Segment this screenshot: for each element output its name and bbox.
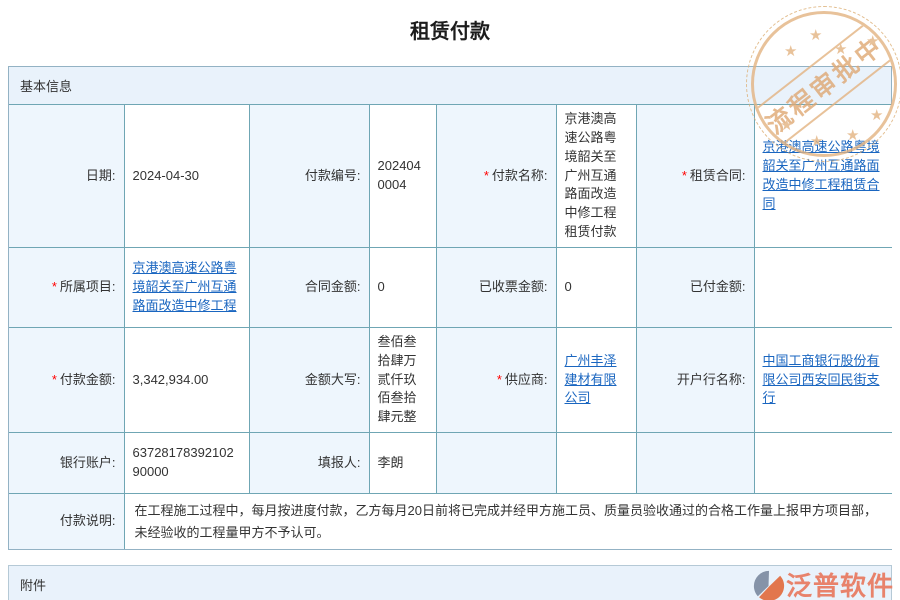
field-value-payment-no: 2024040004 xyxy=(369,105,436,247)
field-label-contract-amount: 合同金额: xyxy=(249,247,369,327)
supplier-link[interactable]: 广州丰泽建材有限公司 xyxy=(565,353,617,406)
fanpu-logo-icon xyxy=(752,569,786,600)
field-label-invoiced-amount: 已收票金额: xyxy=(436,247,556,327)
empty-value-cell xyxy=(556,433,636,494)
empty-label-cell xyxy=(636,433,754,494)
field-value-project: 京港澳高速公路粤境韶关至广州互通路面改造中修工程 xyxy=(124,247,249,327)
required-mark: * xyxy=(52,372,57,387)
field-label-date: 日期: xyxy=(9,105,124,247)
field-label-project: *所属项目: xyxy=(9,247,124,327)
field-label-payment-amount: *付款金额: xyxy=(9,327,124,432)
field-value-preparer: 李朗 xyxy=(369,433,436,494)
field-value-payment-amount: 3,342,934.00 xyxy=(124,327,249,432)
field-label-paid-amount: 已付金额: xyxy=(636,247,754,327)
basic-info-section: 基本信息 日期: 2024-04-30 付款编号: 2024040004 *付款… xyxy=(8,66,892,550)
field-label-supplier: *供应商: xyxy=(436,327,556,432)
page-title: 租赁付款 xyxy=(8,18,892,46)
field-value-bank-account: 6372817839210290000 xyxy=(124,433,249,494)
field-value-supplier: 广州丰泽建材有限公司 xyxy=(556,327,636,432)
required-mark: * xyxy=(484,168,489,183)
field-label-bank-account: 银行账户: xyxy=(9,433,124,494)
table-row: 日期: 2024-04-30 付款编号: 2024040004 *付款名称: 京… xyxy=(9,105,892,247)
field-label-lease-contract: *租赁合同: xyxy=(636,105,754,247)
empty-label-cell xyxy=(436,433,556,494)
empty-value-cell xyxy=(754,433,892,494)
field-value-bank-name: 中国工商银行股份有限公司西安回民街支行 xyxy=(754,327,892,432)
table-row: 银行账户: 6372817839210290000 填报人: 李朗 xyxy=(9,433,892,494)
bank-name-link[interactable]: 中国工商银行股份有限公司西安回民街支行 xyxy=(763,353,880,406)
lease-contract-link[interactable]: 京港澳高速公路粤境韶关至广州互通路面改造中修工程租赁合同 xyxy=(763,139,880,211)
field-label-payment-no: 付款编号: xyxy=(249,105,369,247)
field-label-bank-name: 开户行名称: xyxy=(636,327,754,432)
table-row: 付款说明: 在工程施工过程中，每月按进度付款，乙方每月20日前将已完成并经甲方施… xyxy=(9,494,892,549)
field-value-payment-note: 在工程施工过程中，每月按进度付款，乙方每月20日前将已完成并经甲方施工员、质量员… xyxy=(124,494,892,549)
field-label-payment-note: 付款说明: xyxy=(9,494,124,549)
page: 租赁付款 基本信息 日期: 2024-04-30 付款编号: 202404000… xyxy=(0,18,900,600)
table-row: *付款金额: 3,342,934.00 金额大写: 叁佰叁拾肆万贰仟玖佰叁拾肆元… xyxy=(9,327,892,432)
field-value-payment-name: 京港澳高速公路粤境韶关至广州互通路面改造中修工程租赁付款 xyxy=(556,105,636,247)
field-value-invoiced-amount: 0 xyxy=(556,247,636,327)
vendor-name: 泛普软件 xyxy=(786,571,894,600)
project-link[interactable]: 京港澳高速公路粤境韶关至广州互通路面改造中修工程 xyxy=(133,260,237,313)
field-value-contract-amount: 0 xyxy=(369,247,436,327)
required-mark: * xyxy=(52,279,57,294)
field-value-paid-amount xyxy=(754,247,892,327)
field-label-amount-in-words: 金额大写: xyxy=(249,327,369,432)
field-value-date: 2024-04-30 xyxy=(124,105,249,247)
field-label-preparer: 填报人: xyxy=(249,433,369,494)
required-mark: * xyxy=(682,168,687,183)
field-value-lease-contract: 京港澳高速公路粤境韶关至广州互通路面改造中修工程租赁合同 xyxy=(754,105,892,247)
field-value-amount-in-words: 叁佰叁拾肆万贰仟玖佰叁拾肆元整 xyxy=(369,327,436,432)
field-label-payment-name: *付款名称: xyxy=(436,105,556,247)
basic-info-table: 日期: 2024-04-30 付款编号: 2024040004 *付款名称: 京… xyxy=(9,105,892,549)
vendor-logo: 泛普软件 www.fanpusoft.com xyxy=(752,569,894,600)
required-mark: * xyxy=(497,372,502,387)
basic-info-section-title: 基本信息 xyxy=(9,67,891,105)
table-row: *所属项目: 京港澳高速公路粤境韶关至广州互通路面改造中修工程 合同金额: 0 … xyxy=(9,247,892,327)
